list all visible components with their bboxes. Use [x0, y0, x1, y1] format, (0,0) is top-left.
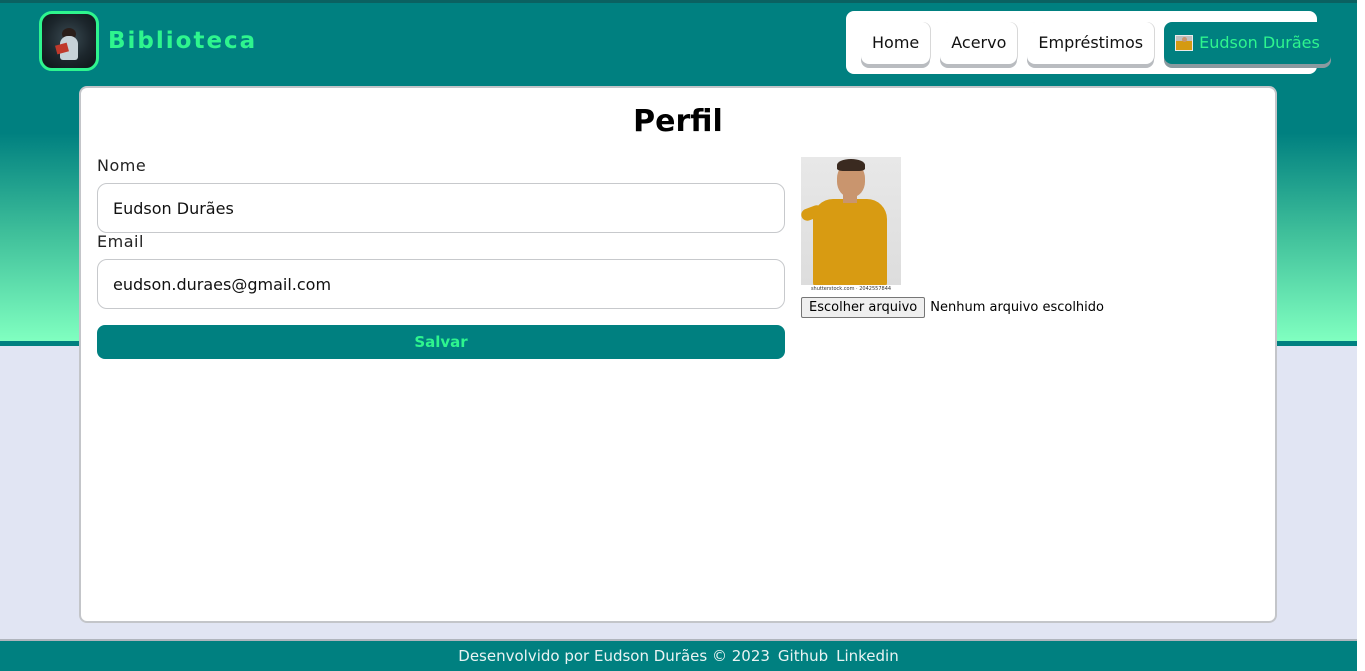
window-edge [1357, 0, 1365, 671]
file-status: Nenhum arquivo escolhido [930, 300, 1104, 315]
user-avatar-icon [1175, 34, 1194, 51]
file-upload: Escolher arquivo Nenhum arquivo escolhid… [801, 297, 1104, 318]
linkedin-link[interactable]: Linkedin [836, 647, 899, 665]
github-link[interactable]: Github [778, 647, 828, 665]
name-field[interactable] [97, 183, 785, 233]
profile-card: Perfil Nome Email Salvar shutterstock.co… [79, 86, 1277, 623]
nav-profile-button[interactable]: Eudson Durães [1164, 21, 1331, 64]
brand-title: Biblioteca [108, 28, 258, 54]
footer: Desenvolvido por Eudson Durães © 2023 Gi… [0, 639, 1357, 671]
nav-emprestimos-button[interactable]: Empréstimos [1027, 21, 1155, 64]
save-button[interactable]: Salvar [97, 325, 785, 359]
nav-profile-label: Eudson Durães [1199, 33, 1320, 52]
email-label: Email [97, 232, 144, 251]
main-nav: Home Acervo Empréstimos Eudson Durães [846, 11, 1331, 74]
nav-home-button[interactable]: Home [861, 21, 931, 64]
footer-credit: Desenvolvido por Eudson Durães © 2023 [458, 647, 770, 665]
name-label: Nome [97, 156, 147, 175]
choose-file-button[interactable]: Escolher arquivo [801, 297, 926, 318]
photo-caption: shutterstock.com · 2042557844 [801, 285, 901, 294]
page-title: Perfil [633, 104, 723, 139]
reader-logo-icon [39, 11, 99, 71]
profile-photo: shutterstock.com · 2042557844 [801, 157, 901, 294]
nav-acervo-button[interactable]: Acervo [940, 21, 1018, 64]
brand[interactable]: Biblioteca [39, 11, 257, 71]
email-field[interactable] [97, 259, 785, 309]
